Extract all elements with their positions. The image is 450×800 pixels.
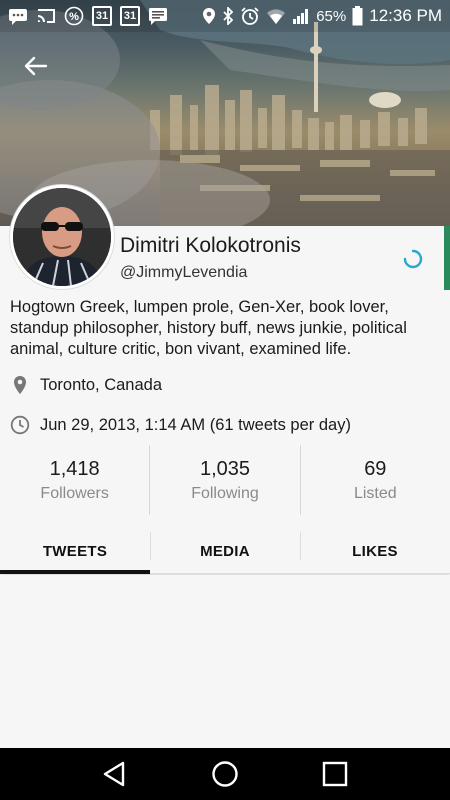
following-stat[interactable]: 1,035 Following <box>149 445 299 515</box>
cast-icon <box>36 6 56 26</box>
listed-stat[interactable]: 69 Listed <box>299 445 450 515</box>
alarm-icon <box>240 6 260 26</box>
percent-icon: % <box>64 6 84 26</box>
followers-stat[interactable]: 1,418 Followers <box>0 445 149 515</box>
profile-handle: @JimmyLevendia <box>120 264 248 281</box>
location-text: Toronto, Canada <box>40 375 163 394</box>
accent-edge <box>444 226 450 290</box>
clock-icon <box>10 415 30 435</box>
listed-label: Listed <box>353 484 397 502</box>
followers-count: 1,418 <box>49 457 100 480</box>
profile-bio: Hogtown Greek, lumpen prole, Gen-Xer, bo… <box>10 298 407 358</box>
nav-recents-button[interactable] <box>315 754 355 794</box>
calendar-icon: 31 <box>92 6 112 26</box>
battery-icon <box>352 6 363 26</box>
triangle-back-icon <box>103 761 125 787</box>
tweets-list <box>0 575 450 748</box>
tab-likes[interactable]: LIKES <box>300 530 450 573</box>
status-bar: % 31 31 65% 12:36 PM <box>0 0 450 32</box>
listed-count: 69 <box>364 457 387 480</box>
circle-home-icon <box>212 761 238 787</box>
following-count: 1,035 <box>199 457 251 480</box>
battery-percentage: 65% <box>316 7 347 25</box>
nav-home-button[interactable] <box>205 754 245 794</box>
location-icon <box>202 6 216 26</box>
location-row: Toronto, Canada <box>10 375 162 395</box>
tab-media[interactable]: MEDIA <box>150 530 300 573</box>
back-button[interactable] <box>20 50 52 82</box>
profile-name: Dimitri Kolokotronis <box>120 234 301 257</box>
nav-back-button[interactable] <box>95 754 135 794</box>
profile-tabs: TWEETS MEDIA LIKES <box>0 530 450 574</box>
avatar[interactable] <box>10 185 114 289</box>
following-label: Following <box>191 484 259 502</box>
bluetooth-icon <box>222 6 234 26</box>
joined-row: Jun 29, 2013, 1:14 AM (61 tweets per day… <box>10 415 351 435</box>
joined-text: Jun 29, 2013, 1:14 AM (61 tweets per day… <box>40 415 351 434</box>
signal-icon <box>292 6 310 26</box>
location-pin-icon <box>10 375 30 395</box>
followers-label: Followers <box>40 484 109 502</box>
message-icon <box>8 6 28 26</box>
wifi-icon <box>266 6 286 26</box>
arrow-left-icon <box>24 56 48 76</box>
tab-tweets[interactable]: TWEETS <box>0 530 150 574</box>
system-navigation-bar <box>0 748 450 800</box>
loading-spinner-icon <box>402 248 424 270</box>
clock: 12:36 PM <box>369 6 442 25</box>
calendar-icon: 31 <box>120 6 140 26</box>
square-recents-icon <box>322 761 348 787</box>
chat-icon <box>148 6 168 26</box>
svg-text:%: % <box>69 11 79 23</box>
stats-bar: 1,418 Followers 1,035 Following 69 Liste… <box>0 445 450 515</box>
